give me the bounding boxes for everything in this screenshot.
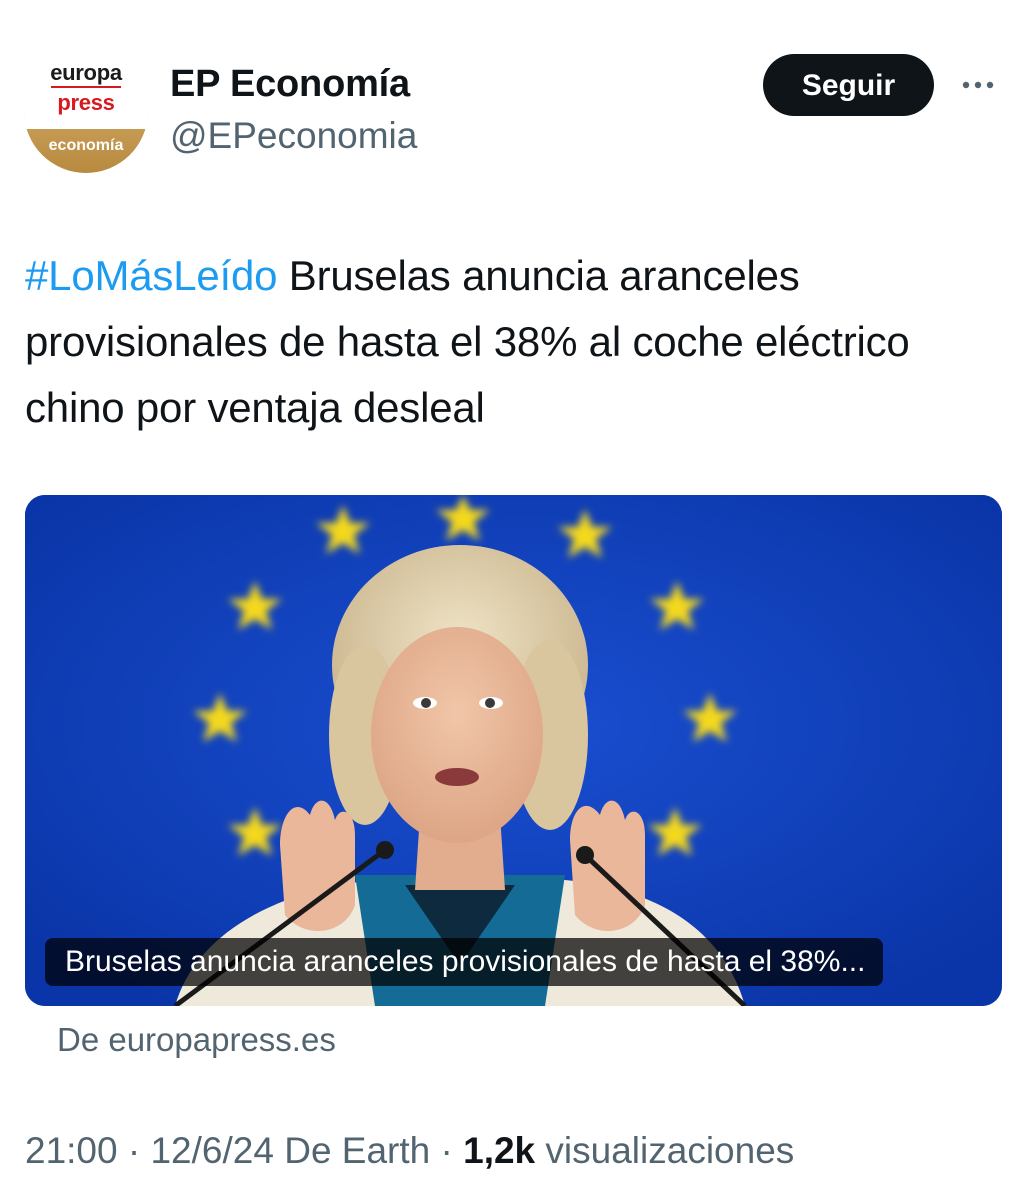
account-handle[interactable]: @EPeconomia xyxy=(170,113,417,159)
link-card-source[interactable]: De europapress.es xyxy=(57,1018,336,1062)
link-card-caption: Bruselas anuncia aranceles provisionales… xyxy=(45,938,884,986)
tweet-client: De Earth xyxy=(284,1130,431,1171)
avatar-brand-line-2: press xyxy=(57,90,115,115)
avatar-brand-line-3: economía xyxy=(48,137,124,154)
follow-button[interactable]: Seguir xyxy=(763,54,934,116)
tweet-text: #LoMásLeído Bruselas anuncia aranceles p… xyxy=(25,243,995,441)
avatar-brand-line-1: europa xyxy=(24,62,148,88)
display-name[interactable]: EP Economía xyxy=(170,61,410,107)
link-card-image xyxy=(25,495,1002,1006)
tweet-meta: 21:00 · 12/6/24 De Earth · 1,2k visualiz… xyxy=(25,1126,794,1176)
hashtag-link[interactable]: #LoMásLeído xyxy=(25,252,278,299)
views-label: visualizaciones xyxy=(545,1130,795,1171)
meta-separator: · xyxy=(127,1130,141,1171)
avatar[interactable]: europa press economía xyxy=(24,49,148,173)
tweet-time[interactable]: 21:00 xyxy=(25,1130,118,1171)
link-card[interactable]: Bruselas anuncia aranceles provisionales… xyxy=(25,495,1002,1006)
more-horizontal-icon-svg xyxy=(962,81,994,89)
views-count: 1,2k xyxy=(463,1130,536,1171)
tweet-date[interactable]: 12/6/24 xyxy=(150,1130,273,1171)
more-horizontal-icon[interactable] xyxy=(955,70,1001,100)
meta-separator: · xyxy=(440,1130,453,1171)
